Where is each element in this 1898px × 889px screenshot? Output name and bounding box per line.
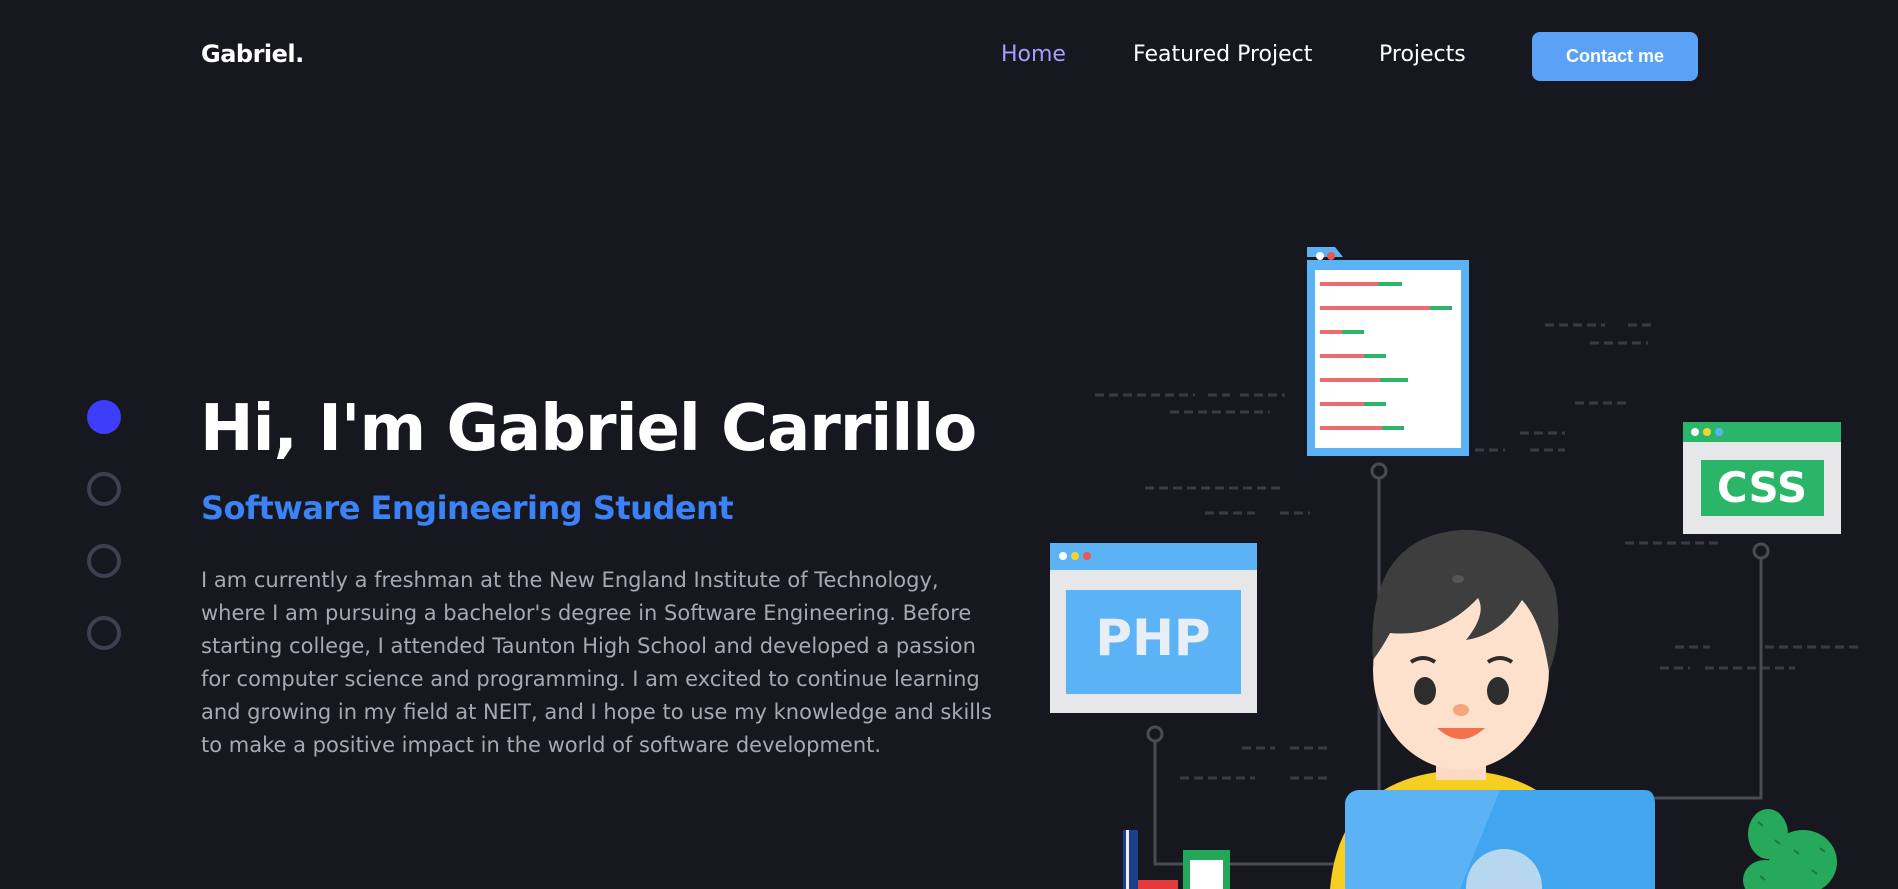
section-dot-2[interactable] [87,472,121,506]
section-dot-4[interactable] [87,616,121,650]
php-window-icon: PHP [1050,543,1257,713]
section-dot-1[interactable] [87,400,121,434]
hero-description: I am currently a freshman at the New Eng… [201,568,992,757]
developer-illustration: PHP CSS [1050,247,1860,889]
contact-button[interactable]: Contact me [1532,32,1698,81]
cactus-icon [1743,809,1837,889]
nav-featured-project[interactable]: Featured Project [1133,42,1312,67]
hero-subtitle: Software Engineering Student [201,489,734,527]
nav-home[interactable]: Home [1001,42,1066,67]
css-label: CSS [1717,463,1807,512]
hero-title: Hi, I'm Gabriel Carrillo [200,392,977,466]
logo[interactable]: Gabriel. [201,40,304,68]
books-icon [1123,830,1230,889]
code-document-icon [1307,247,1469,456]
css-window-icon: CSS [1683,422,1841,534]
nav-projects[interactable]: Projects [1379,42,1466,67]
php-label: PHP [1095,609,1210,667]
section-dot-3[interactable] [87,544,121,578]
